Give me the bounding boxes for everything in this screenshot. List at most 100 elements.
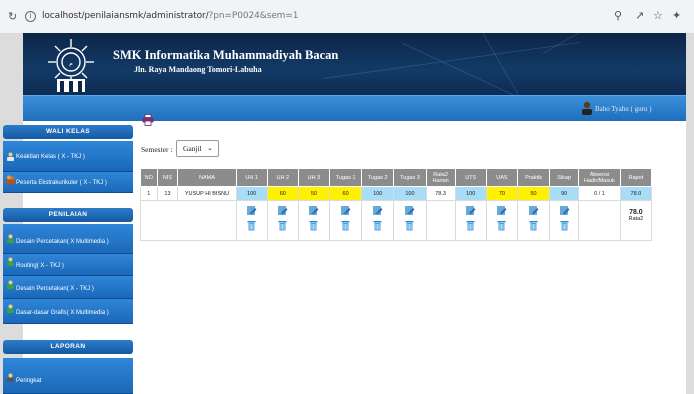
col-header: Tugas 2	[361, 168, 395, 187]
school-address: Jln. Raya Mandaong Tomori-Labuha	[134, 65, 262, 74]
student-icon	[7, 304, 14, 313]
cell-no: 1	[140, 186, 158, 201]
sidebar-section-penilaian: PENILAIAN	[3, 208, 133, 222]
reload-icon[interactable]: ↻	[8, 10, 17, 23]
sidebar-item-dasar-grafis[interactable]: Dasar-dasar Grafis( X Multimedia )	[3, 299, 133, 324]
chevron-down-icon: ⌄	[207, 144, 213, 152]
trash-icon[interactable]	[246, 220, 257, 231]
sidebar-item-label: Peringkat	[16, 378, 42, 384]
semester-select[interactable]: Ganjil ⌄	[176, 140, 219, 157]
trash-icon[interactable]	[277, 220, 288, 231]
trash-icon[interactable]	[308, 220, 319, 231]
trash-icon[interactable]	[372, 220, 383, 231]
print-icon[interactable]	[142, 114, 154, 126]
grades-table: NO NIS NAMA UH 1 UH 2 UH 3 Tugas 1 Tugas…	[140, 168, 653, 241]
cell-tugas3: 100	[393, 186, 427, 201]
person-icon	[7, 152, 14, 161]
sidebar-item-routing[interactable]: Routing( X - TKJ )	[3, 254, 133, 276]
trash-icon[interactable]	[340, 220, 351, 231]
sidebar-item-label: Peserta Ekstrakurikuler ( X - TKJ )	[16, 180, 107, 186]
cell-uas: 70	[485, 186, 518, 201]
browser-toolbar: ↻ i localhost/penilaiansmk/administrator…	[0, 0, 694, 34]
sidebar-item-peringkat[interactable]: Peringkat	[3, 358, 133, 394]
cell-actions-tugas2	[361, 200, 395, 241]
sidebar-item-desain-percetakan-tkj[interactable]: Desain Percetakan( X - TKJ )	[3, 276, 133, 299]
trash-icon[interactable]	[559, 220, 570, 231]
col-header: UTS	[454, 168, 487, 187]
col-header: Sikap	[549, 168, 580, 187]
sidebar-item-keaktian-kelas[interactable]: Keaktian Kelas ( X - TKJ )	[3, 141, 133, 172]
cell-nama: YUSUP HI BISNU	[177, 186, 237, 201]
svg-text:م: م	[69, 60, 73, 67]
edit-icon[interactable]	[372, 205, 383, 216]
col-header: Absensi Hadir/Masuk	[578, 168, 621, 187]
semester-label: Semester :	[141, 145, 173, 154]
edit-icon[interactable]	[528, 205, 539, 216]
trash-icon[interactable]	[404, 220, 415, 231]
cell-rapot: 78.0	[619, 186, 653, 201]
cell-actions-sikap	[549, 200, 580, 241]
student-icon	[7, 234, 14, 243]
rapot-label: Rata2	[628, 216, 644, 222]
cell-absensi: 0 / 1	[578, 186, 621, 201]
edit-icon[interactable]	[277, 205, 288, 216]
extensions-icon[interactable]: ✦	[672, 9, 681, 22]
url-query: ?pn=P0024&sem=1	[208, 11, 299, 21]
sidebar-section-laporan: LAPORAN	[3, 340, 133, 354]
sidebar-item-desain-percetakan-mm[interactable]: Desain Percetakan( X Multimedia )	[3, 224, 133, 254]
trash-icon[interactable]	[528, 220, 539, 231]
cell-tugas1: 60	[328, 186, 363, 201]
cell-actions-uts	[454, 200, 487, 241]
edit-icon[interactable]	[246, 205, 257, 216]
cell-uts: 100	[454, 186, 487, 201]
col-header: NO	[140, 168, 158, 187]
cell-sikap: 90	[549, 186, 580, 201]
cell-tugas2: 100	[361, 186, 395, 201]
edit-icon[interactable]	[559, 205, 570, 216]
col-header: UH 1	[235, 168, 268, 187]
edit-icon[interactable]	[465, 205, 476, 216]
col-header: Rapot	[619, 168, 653, 187]
logged-in-user[interactable]: Baho Tyahu ( guru )	[595, 105, 652, 113]
sidebar-item-label: Dasar-dasar Grafis( X Multimedia )	[16, 310, 109, 316]
student-icon	[7, 257, 14, 266]
muhammadiyah-logo: م	[48, 39, 94, 92]
address-bar[interactable]: localhost/penilaiansmk/administrator/?pn…	[42, 11, 298, 21]
trash-icon[interactable]	[496, 220, 507, 231]
sidebar-item-label: Keaktian Kelas ( X - TKJ )	[16, 154, 85, 160]
table-header-row: NO NIS NAMA UH 1 UH 2 UH 3 Tugas 1 Tugas…	[140, 168, 653, 187]
sidebar-item-peserta-ekstrakurikuler[interactable]: Peserta Ekstrakurikuler ( X - TKJ )	[3, 172, 133, 193]
student-icon	[7, 280, 14, 289]
col-header: Tugas 1	[328, 168, 363, 187]
share-icon[interactable]: ↗	[635, 9, 644, 22]
edit-icon[interactable]	[404, 205, 415, 216]
semester-selected-value: Ganjil	[183, 144, 202, 153]
cell-nis: 13	[156, 186, 179, 201]
rapot-value: 78.0	[629, 209, 643, 216]
cell-rapot-summary: 78.0 Rata2	[619, 200, 653, 241]
bookmark-star-icon[interactable]: ☆	[653, 9, 663, 22]
table-action-row: 78.0 Rata2	[140, 200, 653, 241]
edit-icon[interactable]	[308, 205, 319, 216]
cell-actions-uas	[485, 200, 518, 241]
col-header: Praktik	[516, 168, 551, 187]
cell-actions-uh2	[266, 200, 299, 241]
site-info-icon[interactable]: i	[25, 11, 36, 22]
col-header: NAMA	[177, 168, 237, 187]
table-row: 1 13 YUSUP HI BISNU 100 60 50 60 100 100…	[140, 186, 653, 201]
cell-uh2: 60	[266, 186, 299, 201]
col-header: UH 3	[297, 168, 331, 187]
col-header: Rata2 Harian	[425, 168, 456, 187]
cell-actions-tugas1	[328, 200, 363, 241]
cell-uh3: 50	[297, 186, 331, 201]
cell-actions-praktik	[516, 200, 551, 241]
edit-icon[interactable]	[496, 205, 507, 216]
cell-actions-uh1	[235, 200, 268, 241]
cell-rata2-harian: 78.3	[425, 186, 456, 201]
group-icon	[6, 175, 15, 184]
edit-icon[interactable]	[340, 205, 351, 216]
zoom-icon[interactable]: ⚲	[614, 9, 622, 22]
trash-icon[interactable]	[465, 220, 476, 231]
col-header: Tugas 3	[393, 168, 427, 187]
cell-actions-tugas3	[393, 200, 427, 241]
